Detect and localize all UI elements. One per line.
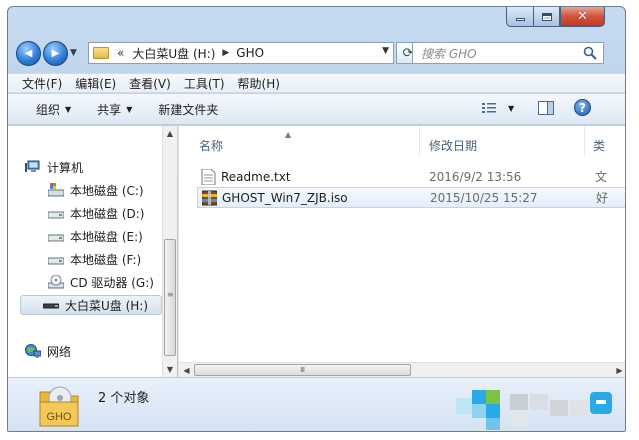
minimize-icon [515, 17, 525, 21]
address-bar[interactable]: « 大白菜U盘 (H:) ▶ GHO ▼ [88, 42, 394, 64]
scroll-left-arrow-icon[interactable]: ◀ [179, 363, 194, 378]
sort-ascending-icon: ▲ [285, 130, 292, 139]
tree-item-drive-f[interactable]: 本地磁盘 (F:) [48, 249, 141, 269]
close-button[interactable]: ✕ [560, 7, 605, 27]
tree-item-network[interactable]: 网络 [25, 341, 71, 361]
address-dropdown-icon[interactable]: ▼ [382, 46, 389, 56]
grip-icon: ≡ [167, 290, 174, 299]
share-button[interactable]: 共享 ▼ [97, 101, 132, 118]
tree-item-drive-c[interactable]: 本地磁盘 (C:) [48, 180, 144, 200]
chevron-down-icon: ▼ [65, 104, 72, 114]
view-dropdown-icon[interactable]: ▼ [508, 104, 514, 113]
forward-button[interactable]: ▶ [43, 41, 68, 66]
navigation-bar: ◀ ▶ ▼ « 大白菜U盘 (H:) ▶ GHO ▼ ⟳ 搜索 GHO [8, 41, 625, 67]
back-arrow-icon: ◀ [24, 48, 33, 59]
menu-file[interactable]: 文件(F) [22, 75, 62, 92]
watermark-logo [450, 372, 630, 432]
maximize-button[interactable] [533, 7, 560, 27]
drive-icon [48, 211, 64, 219]
network-icon [25, 344, 41, 358]
explorer-window: ✕ ◀ ▶ ▼ « 大白菜U盘 (H:) ▶ GHO ▼ ⟳ 搜索 GHO 文件… [7, 6, 626, 432]
menu-tools[interactable]: 工具(T) [184, 75, 225, 92]
menu-view[interactable]: 查看(V) [129, 75, 171, 92]
menu-edit[interactable]: 编辑(E) [75, 75, 116, 92]
organize-label: 组织 [36, 102, 61, 117]
address-segment-folder[interactable]: GHO [236, 46, 264, 60]
tree-item-label: 本地磁盘 (C:) [70, 183, 144, 198]
file-row-readme[interactable]: Readme.txt 2016/9/2 13:56 文 [197, 166, 625, 187]
maximize-icon [541, 12, 552, 21]
navpane-vertical-scrollbar[interactable]: ▲ ≡ ▼ [162, 126, 177, 377]
gho-icon-label: GHO [46, 411, 72, 423]
back-button[interactable]: ◀ [16, 41, 41, 66]
tree-item-cd-drive[interactable]: CD 驱动器 (G:) [48, 272, 154, 292]
search-icon[interactable] [583, 46, 597, 60]
column-divider[interactable] [419, 126, 420, 156]
tree-item-label: 本地磁盘 (E:) [70, 229, 143, 244]
column-name-header[interactable]: 名称 [199, 137, 223, 154]
file-modified-date: 2016/9/2 13:56 [429, 169, 522, 184]
tree-item-computer[interactable]: 计算机 [25, 157, 83, 177]
computer-icon [25, 160, 40, 172]
folder-icon [93, 47, 109, 59]
minimize-button[interactable] [506, 7, 533, 27]
tree-item-label: 本地磁盘 (F:) [70, 252, 142, 267]
menu-bar: 文件(F) 编辑(E) 查看(V) 工具(T) 帮助(H) [8, 73, 625, 93]
share-label: 共享 [97, 102, 122, 117]
menu-help[interactable]: 帮助(H) [238, 75, 280, 92]
column-modified-header[interactable]: 修改日期 [429, 137, 477, 154]
caption-buttons: ✕ [506, 7, 605, 27]
scrollbar-thumb[interactable]: Ⅲ [194, 364, 411, 376]
tree-item-label: CD 驱动器 (G:) [70, 275, 154, 290]
column-header-row: ▲ 名称 修改日期 类 [179, 126, 625, 156]
close-icon: ✕ [577, 9, 588, 24]
new-folder-button[interactable]: 新建文件夹 [158, 101, 218, 118]
search-input[interactable]: 搜索 GHO [421, 45, 477, 62]
preview-pane-icon[interactable] [538, 101, 554, 115]
file-modified-date: 2015/10/25 15:27 [430, 190, 538, 205]
scroll-up-arrow-icon[interactable]: ▲ [163, 126, 177, 141]
file-name: Readme.txt [221, 169, 291, 184]
file-name: GHOST_Win7_ZJB.iso [222, 190, 348, 205]
column-divider[interactable] [584, 126, 585, 156]
column-type-header[interactable]: 类 [593, 137, 605, 154]
tree-item-label: 网络 [47, 344, 72, 359]
iso-archive-icon [202, 190, 217, 205]
tree-item-drive-e[interactable]: 本地磁盘 (E:) [48, 226, 143, 246]
system-drive-icon [48, 183, 64, 197]
drive-icon [48, 257, 64, 265]
navigation-pane: 计算机 本地磁盘 (C:) 本地磁盘 (D:) 本地磁盘 (E:) 本地磁盘 (… [8, 126, 177, 377]
forward-arrow-icon: ▶ [51, 48, 60, 59]
tree-item-label: 本地磁盘 (D:) [70, 206, 145, 221]
tree-item-usb-drive[interactable]: 大白菜U盘 (H:) [20, 295, 162, 315]
cd-drive-icon [48, 275, 64, 289]
organize-button[interactable]: 组织 ▼ [36, 101, 71, 118]
tree-item-drive-d[interactable]: 本地磁盘 (D:) [48, 203, 144, 223]
chevron-down-icon: ▼ [126, 104, 133, 114]
file-type: 好 [596, 191, 609, 205]
item-count-status: 2 个对象 [98, 391, 150, 406]
file-type: 文 [595, 170, 608, 184]
scroll-down-arrow-icon[interactable]: ▼ [163, 362, 177, 377]
text-file-icon [201, 168, 216, 185]
scrollbar-thumb[interactable]: ≡ [164, 239, 176, 356]
command-bar: 组织 ▼ 共享 ▼ 新建文件夹 [8, 94, 625, 125]
drive-icon [48, 234, 64, 242]
gho-folder-icon: GHO [39, 386, 79, 427]
address-segment-drive[interactable]: 大白菜U盘 (H:) [132, 45, 215, 62]
tree-item-label: 计算机 [47, 160, 84, 175]
usb-drive-icon [43, 303, 59, 309]
tree-item-label: 大白菜U盘 (H:) [65, 298, 149, 313]
search-box[interactable]: 搜索 GHO [412, 42, 604, 64]
file-row-iso[interactable]: GHOST_Win7_ZJB.iso 2015/10/25 15:27 好 [197, 187, 625, 208]
view-options-icon[interactable] [482, 102, 496, 114]
new-folder-label: 新建文件夹 [158, 102, 219, 117]
grip-icon: Ⅲ [300, 366, 305, 374]
address-separator-icon[interactable]: ▶ [222, 48, 229, 58]
file-list: ▲ 名称 修改日期 类 Readme.txt 2016/9/2 13:56 文 [178, 126, 625, 378]
recent-pages-dropdown[interactable]: ▼ [70, 48, 77, 58]
address-overflow-chevron[interactable]: « [117, 46, 124, 60]
help-icon[interactable]: ? [574, 99, 591, 116]
